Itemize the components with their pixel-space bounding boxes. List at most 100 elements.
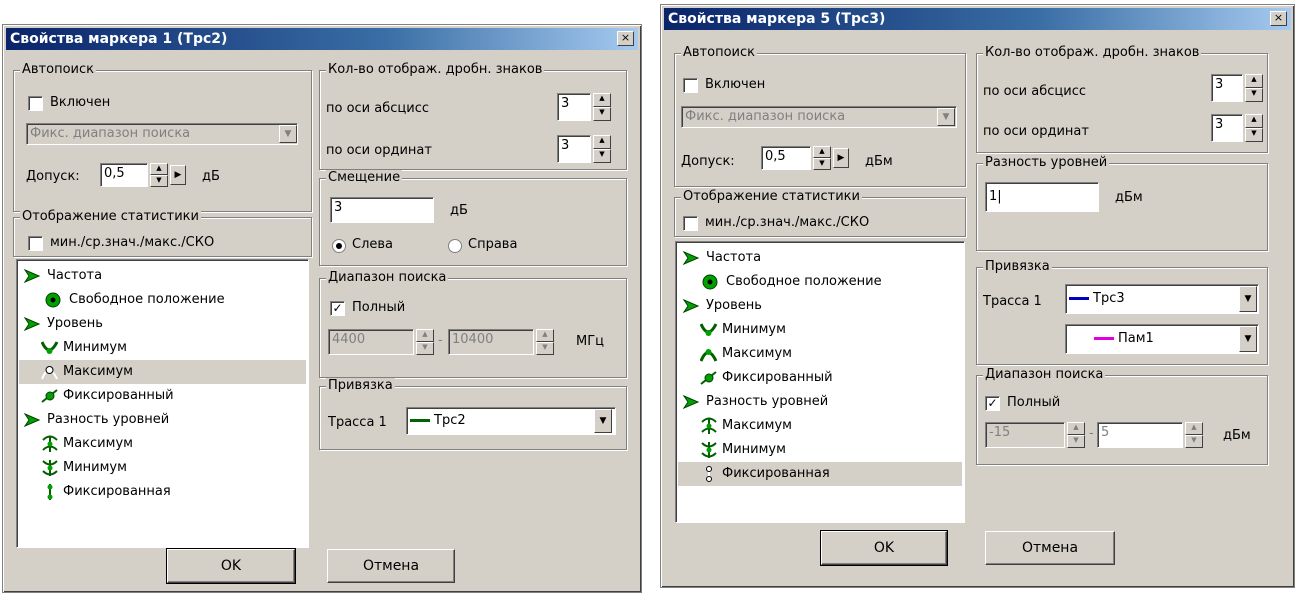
unit-label: дБм (1223, 428, 1251, 443)
fixed-marker-icon (700, 371, 717, 385)
delta-fixed-icon (706, 466, 712, 482)
list-item[interactable]: Частота (678, 246, 962, 270)
range-from-field[interactable]: 4400 (328, 329, 414, 355)
x-axis-label: по оси абсцисс (326, 101, 429, 116)
search-mode-select[interactable]: Фикс. диапазон поиска (681, 106, 957, 128)
offset-group: Смещение 3 дБ Слева Справа (319, 170, 627, 266)
range-to-field[interactable]: 5 (1097, 422, 1183, 448)
y-decimals-field[interactable]: 3 (1211, 114, 1243, 142)
dash-separator: - (1089, 426, 1094, 441)
range-to-field[interactable]: 10400 (448, 329, 534, 355)
maximum-icon (700, 349, 718, 362)
list-item[interactable]: Максимум (678, 342, 962, 366)
delta-max-icon (701, 417, 717, 434)
radio-label: Слева (352, 237, 394, 252)
statistics-checkbox[interactable] (28, 236, 43, 251)
list-item[interactable]: Частота (19, 264, 306, 288)
range-to-spinner[interactable]: ▲ ▼ (1185, 422, 1203, 448)
marker-type-list[interactable]: Частота Свободное положение Уровень Мини… (16, 259, 309, 548)
list-item[interactable]: Максимум (19, 432, 306, 456)
ok-button[interactable]: OK (820, 530, 948, 566)
trace-label: Трасса 1 (983, 294, 1042, 309)
list-item[interactable]: Минимум (19, 336, 306, 360)
title-bar: Свойства маркера 1 (Трс2) × (6, 28, 638, 50)
marker-type-list[interactable]: Частота Свободное положение Уровень Мини… (675, 241, 965, 523)
dialog-title: Свойства маркера 5 (Трс3) (668, 11, 886, 27)
y-decimals-field[interactable]: 3 (557, 135, 591, 163)
chevron-down-icon[interactable]: ▼ (594, 409, 612, 433)
ok-button[interactable]: OK (166, 548, 296, 584)
y-decimals-spinner[interactable]: ▲ ▼ (593, 135, 611, 163)
range-from-spinner[interactable]: ▲ ▼ (416, 329, 434, 355)
marker1-dialog: Свойства маркера 1 (Трс2) × Автопоиск Вк… (2, 24, 642, 593)
list-item[interactable]: Разность уровней (19, 408, 306, 432)
search-mode-select[interactable]: Фикс. диапазон поиска (26, 123, 298, 145)
x-axis-label: по оси абсцисс (983, 84, 1086, 99)
statistics-checkbox[interactable] (683, 216, 698, 231)
decimals-group: Кол-во отображ. дробн. знаков по оси абс… (319, 62, 627, 170)
y-decimals-spinner[interactable]: ▲ ▼ (1245, 114, 1263, 142)
title-bar: Свойства маркера 5 (Трс3) × (664, 8, 1291, 30)
list-item[interactable]: Минимум (678, 438, 962, 462)
x-decimals-field[interactable]: 3 (557, 93, 591, 121)
range-from-spinner[interactable]: ▲ ▼ (1067, 422, 1085, 448)
search-range-group: Диапазон поиска ✓ Полный 4400 ▲ ▼ - 10400… (319, 270, 627, 378)
range-from-field[interactable]: -15 (985, 422, 1065, 448)
full-range-checkbox[interactable]: ✓ (985, 396, 1000, 411)
fixed-marker-icon (41, 389, 58, 403)
x-decimals-spinner[interactable]: ▲ ▼ (1245, 74, 1263, 102)
list-item[interactable]: Фиксированный (678, 366, 962, 390)
range-to-spinner[interactable]: ▲ ▼ (536, 329, 554, 355)
group-legend: Диапазон поиска (983, 367, 1106, 382)
tolerance-field[interactable]: 0,5 (100, 163, 148, 187)
play-arrow-icon[interactable]: ▶ (833, 148, 849, 168)
close-icon[interactable]: × (617, 31, 634, 46)
chevron-down-icon[interactable]: ▼ (1239, 326, 1257, 352)
tolerance-spinner[interactable]: ▲ ▼ (150, 163, 168, 187)
list-item[interactable]: Свободное положение (678, 270, 962, 294)
radio-label: Справа (468, 237, 518, 252)
arrow-right-icon (23, 316, 41, 332)
select-value: Фикс. диапазон поиска (685, 109, 846, 124)
memory-select[interactable]: Пам1 (1065, 324, 1259, 354)
x-decimals-field[interactable]: 3 (1211, 74, 1243, 102)
list-item[interactable]: Минимум (19, 456, 306, 480)
list-item[interactable]: Разность уровней (678, 390, 962, 414)
unit-label: дБ (202, 169, 220, 184)
delta-max-icon (42, 435, 58, 452)
left-radio[interactable] (332, 239, 346, 253)
chevron-down-icon[interactable]: ▼ (937, 108, 955, 126)
offset-field[interactable]: 3 (330, 197, 434, 223)
list-item[interactable]: Уровень (678, 294, 962, 318)
close-icon[interactable]: × (1270, 11, 1287, 26)
list-item[interactable]: Уровень (19, 312, 306, 336)
level-diff-field[interactable]: 1| (985, 182, 1099, 212)
group-legend: Диапазон поиска (326, 270, 449, 285)
chevron-down-icon[interactable]: ▼ (279, 125, 297, 143)
list-item[interactable]: Фиксированная (19, 480, 306, 504)
trace-select[interactable]: Трс2 (406, 407, 616, 435)
list-item-selected[interactable]: Фиксированная (678, 462, 962, 486)
tolerance-spinner[interactable]: ▲ ▼ (813, 146, 831, 170)
full-range-checkbox[interactable]: ✓ (330, 301, 345, 316)
x-decimals-spinner[interactable]: ▲ ▼ (593, 93, 611, 121)
right-radio[interactable] (448, 239, 462, 253)
tolerance-label: Допуск: (26, 169, 80, 184)
chevron-down-icon[interactable]: ▼ (1239, 286, 1257, 312)
autosearch-enabled-checkbox[interactable] (683, 78, 698, 93)
list-item[interactable]: Минимум (678, 318, 962, 342)
cancel-button[interactable]: Отмена (327, 549, 455, 583)
list-item[interactable]: Максимум (678, 414, 962, 438)
y-axis-label: по оси ординат (983, 124, 1089, 139)
list-item[interactable]: Фиксированный (19, 384, 306, 408)
trace-select[interactable]: Трс3 (1065, 284, 1259, 314)
group-legend: Кол-во отображ. дробн. знаков (983, 45, 1202, 60)
list-item[interactable]: Свободное положение (19, 288, 306, 312)
cancel-button[interactable]: Отмена (985, 531, 1115, 565)
autosearch-enabled-checkbox[interactable] (28, 96, 43, 111)
tolerance-field[interactable]: 0,5 (761, 146, 811, 170)
play-arrow-icon[interactable]: ▶ (170, 165, 186, 185)
delta-fixed-icon (47, 484, 53, 500)
level-diff-group: Разность уровней 1| дБм (976, 155, 1268, 251)
list-item-selected[interactable]: Максимум (19, 360, 306, 384)
